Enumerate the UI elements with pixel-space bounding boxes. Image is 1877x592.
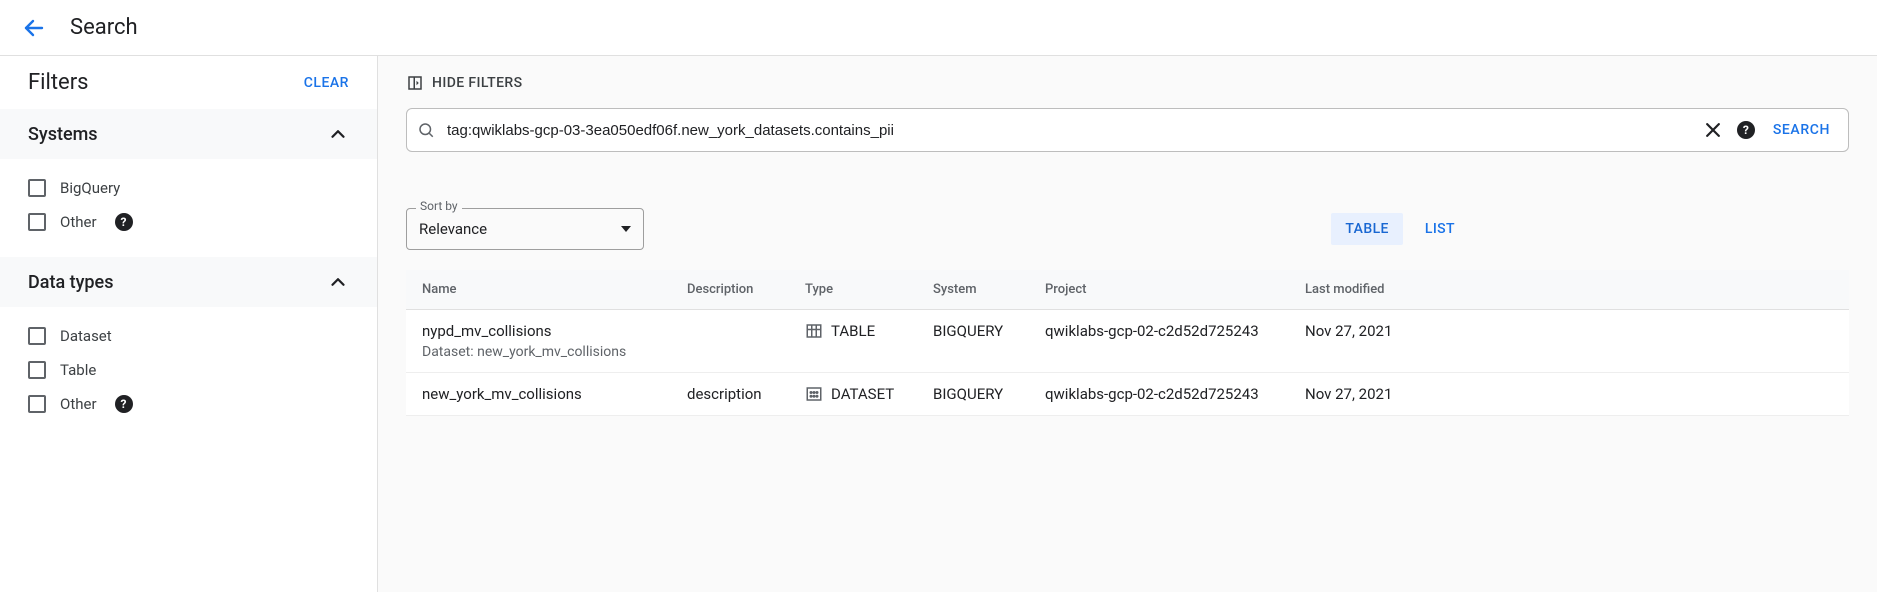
clear-filters-button[interactable]: CLEAR [304,75,349,91]
body: Filters CLEAR Systems BigQuery Other ? D… [0,56,1877,592]
chevron-up-icon [327,123,349,145]
row-project: qwiklabs-gcp-02-c2d52d725243 [1045,385,1305,403]
filter-group-systems-options: BigQuery Other ? [0,159,377,257]
search-input[interactable] [445,121,1693,140]
filters-header: Filters CLEAR [0,56,377,109]
col-header-system[interactable]: System [933,282,1045,297]
table-row[interactable]: nypd_mv_collisions Dataset: new_york_mv_… [406,310,1849,373]
search-button[interactable]: SEARCH [1765,122,1838,138]
help-icon[interactable]: ? [115,395,133,413]
view-list-button[interactable]: LIST [1411,213,1469,245]
view-toggle: TABLE LIST [1331,213,1469,245]
filter-group-datatypes-options: Dataset Table Other ? [0,307,377,439]
filters-title: Filters [28,70,89,95]
filters-sidebar: Filters CLEAR Systems BigQuery Other ? D… [0,56,378,592]
arrow-left-icon [22,16,46,40]
sort-by-value: Relevance [419,220,487,238]
filter-option-table[interactable]: Table [28,353,349,387]
col-header-name[interactable]: Name [422,282,687,297]
row-description: description [687,385,805,403]
filter-option-label: BigQuery [60,179,120,197]
top-header: Search [0,0,1877,56]
hide-filters-button[interactable]: HIDE FILTERS [406,74,523,92]
filter-group-systems-title: Systems [28,124,98,145]
checkbox-icon[interactable] [28,327,46,345]
row-type: DATASET [831,385,894,403]
search-bar: ? SEARCH [406,108,1849,152]
table-icon [805,322,823,340]
row-modified: Nov 27, 2021 [1305,322,1833,340]
row-subtext: Dataset: new_york_mv_collisions [422,344,677,360]
checkbox-icon[interactable] [28,213,46,231]
checkbox-icon[interactable] [28,179,46,197]
dataset-icon [805,385,823,403]
sort-by-select[interactable]: Relevance [406,208,644,250]
view-table-button[interactable]: TABLE [1331,213,1402,245]
clear-search-icon[interactable] [1703,120,1723,140]
filter-option-other-datatype[interactable]: Other ? [28,387,349,421]
table-row[interactable]: new_york_mv_collisions description DATAS… [406,373,1849,416]
chevron-up-icon [327,271,349,293]
sort-by-field[interactable]: Sort by Relevance [406,208,644,250]
controls-row: Sort by Relevance TABLE LIST [406,208,1849,250]
help-icon[interactable]: ? [1737,121,1755,139]
row-system: BIGQUERY [933,322,1045,340]
col-header-description[interactable]: Description [687,282,805,297]
filter-option-label: Dataset [60,327,112,345]
hide-filters-label: HIDE FILTERS [432,75,523,91]
filter-option-other-system[interactable]: Other ? [28,205,349,239]
panel-collapse-icon [406,74,424,92]
search-icon [417,121,435,139]
checkbox-icon[interactable] [28,395,46,413]
col-header-modified[interactable]: Last modified [1305,282,1833,297]
row-modified: Nov 27, 2021 [1305,385,1833,403]
filter-option-label: Other [60,213,97,231]
row-system: BIGQUERY [933,385,1045,403]
row-type: TABLE [831,322,875,340]
filter-group-datatypes-title: Data types [28,272,113,293]
results-table: Name Description Type System Project Las… [406,270,1849,416]
dropdown-icon [621,226,631,232]
row-project: qwiklabs-gcp-02-c2d52d725243 [1045,322,1305,340]
col-header-type[interactable]: Type [805,282,933,297]
row-name: nypd_mv_collisions [422,322,677,340]
page-title: Search [70,15,138,40]
row-name: new_york_mv_collisions [422,385,677,403]
filter-option-dataset[interactable]: Dataset [28,319,349,353]
checkbox-icon[interactable] [28,361,46,379]
main-panel: HIDE FILTERS ? SEARCH Sort by Relevance [378,56,1877,592]
filter-option-bigquery[interactable]: BigQuery [28,171,349,205]
filter-option-label: Other [60,395,97,413]
filter-group-datatypes-header[interactable]: Data types [0,257,377,307]
filter-group-systems-header[interactable]: Systems [0,109,377,159]
sort-by-legend: Sort by [416,199,462,213]
col-header-project[interactable]: Project [1045,282,1305,297]
results-header-row: Name Description Type System Project Las… [406,270,1849,310]
help-icon[interactable]: ? [115,213,133,231]
filter-option-label: Table [60,361,96,379]
back-button[interactable] [18,12,50,44]
